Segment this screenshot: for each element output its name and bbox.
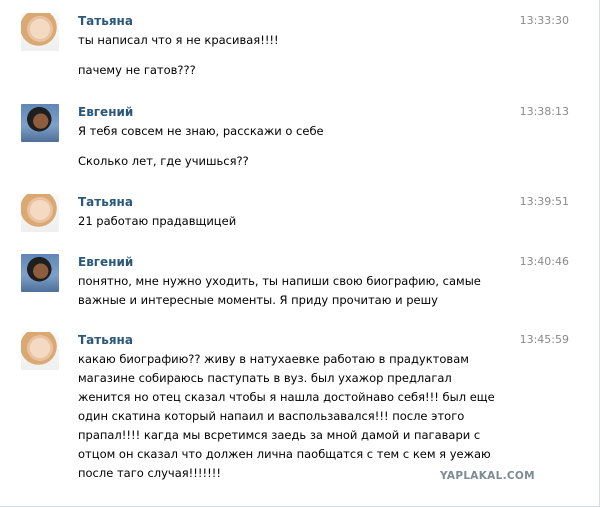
timestamp: 13:38:13 <box>519 105 569 118</box>
chat-history: Татьяна 13:33:30 ты написал что я не кра… <box>0 0 600 507</box>
message-line: важные и интересные моменты. Я приду про… <box>78 293 438 307</box>
author-name[interactable]: Евгений <box>78 254 133 270</box>
message-line: отцом он сказал что должен лична паобщат… <box>78 447 491 461</box>
avatar[interactable] <box>21 194 59 232</box>
message-line: прапал!!!! кагда мы всретимся заедь за м… <box>78 428 481 442</box>
author-name[interactable]: Евгений <box>78 104 133 120</box>
avatar[interactable] <box>21 104 59 142</box>
message-line: Сколько лет, где учишься?? <box>78 154 249 168</box>
message-text: понятно, мне нужно уходить, ты напиши св… <box>78 272 548 310</box>
message-line: понятно, мне нужно уходить, ты напиши св… <box>78 274 481 288</box>
message-line: Я тебя совсем не знаю, расскажи о себе <box>78 124 324 138</box>
message-line: какаю биографию?? живу в натухаевке рабо… <box>78 352 469 366</box>
avatar[interactable] <box>21 332 59 370</box>
watermark: YAPLAKAL.COM <box>440 470 535 482</box>
message-line: пачему не гатов??? <box>78 63 196 77</box>
author-name[interactable]: Татьяна <box>78 194 133 210</box>
message-line: женится но отец сказал чтобы я нашла дос… <box>78 390 495 404</box>
avatar[interactable] <box>21 254 59 292</box>
message-text: 21 работаю прадавщицей <box>78 212 548 231</box>
message-line: 21 работаю прадавщицей <box>78 214 237 228</box>
message-text: какаю биографию?? живу в натухаевке рабо… <box>78 350 548 483</box>
message-line: магазине собираюсь паступать в вуз. был … <box>78 371 452 385</box>
message-line: один скатина который напаил и васпользав… <box>78 409 465 423</box>
timestamp: 13:45:59 <box>519 333 569 346</box>
message-text: Я тебя совсем не знаю, расскажи о себе С… <box>78 122 548 171</box>
avatar[interactable] <box>21 13 59 51</box>
timestamp: 13:33:30 <box>519 14 569 27</box>
author-name[interactable]: Татьяна <box>78 13 133 29</box>
author-name[interactable]: Татьяна <box>78 332 133 348</box>
timestamp: 13:39:51 <box>519 195 569 208</box>
message-text: ты написал что я не красивая!!!! пачему … <box>78 31 548 80</box>
timestamp: 13:40:46 <box>519 255 569 268</box>
message-line: ты написал что я не красивая!!!! <box>78 33 279 47</box>
